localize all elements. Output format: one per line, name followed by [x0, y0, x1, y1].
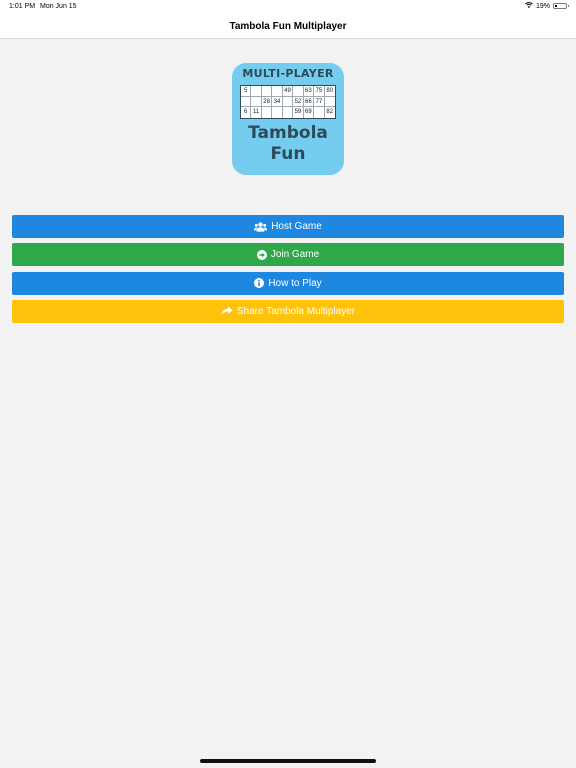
ticket-cell: 80: [324, 86, 335, 97]
navigation-bar: Tambola Fun Multiplayer: [0, 14, 576, 39]
ticket-cell: [261, 86, 273, 97]
ticket-cell: 59: [293, 107, 304, 118]
ticket-cell: 49: [282, 86, 294, 97]
ticket-cell: 75: [314, 86, 325, 97]
host-game-button[interactable]: Host Game: [12, 215, 564, 238]
ticket-cell: [283, 107, 294, 118]
ticket-cell: [293, 86, 304, 97]
status-time: 1:01 PM: [9, 3, 36, 10]
ticket-cell: [314, 107, 325, 118]
ticket-cell: 5: [241, 86, 252, 97]
ticket-cell: 82: [326, 109, 334, 116]
share-icon: [221, 306, 233, 316]
join-game-label: Join Game: [270, 249, 320, 261]
page-title: Tambola Fun Multiplayer: [229, 21, 347, 32]
ticket-cell: [282, 96, 294, 108]
ticket-cell: 34: [272, 96, 283, 108]
ticket-cell: [251, 86, 262, 97]
logo-ticket-grid: 5 49 63 75 80 28 34 52 66 77 6 11 59 69 82: [240, 85, 336, 119]
ticket-cell: 28: [261, 96, 273, 108]
main-menu: Host Game Join Game How to Play Share Ta…: [12, 215, 564, 328]
how-to-play-label: How to Play: [268, 277, 322, 289]
ticket-cell: 66: [303, 96, 315, 108]
battery-fill: [555, 5, 557, 7]
arrow-circle-right-icon: [256, 249, 267, 260]
users-icon: [254, 221, 268, 232]
ticket-cell: [272, 86, 283, 97]
status-bar: 1:01 PM Mon Jun 15 19%: [0, 0, 576, 14]
app-logo: MULTI-PLAYER 5 49 63 75 80 28 34 52 66 77 6 11 59 69 8…: [232, 63, 344, 175]
battery-percent: 19%: [535, 2, 550, 10]
host-game-label: Host Game: [271, 221, 322, 232]
join-game-button[interactable]: Join Game: [12, 243, 564, 267]
info-circle-icon: [254, 278, 265, 289]
home-indicator: [200, 759, 376, 763]
logo-brand-line1: Tambola: [248, 123, 328, 143]
how-to-play-button[interactable]: How to Play: [12, 271, 564, 295]
share-button[interactable]: Share Tambola Multiplayer: [12, 299, 564, 323]
ticket-cell: 63: [303, 86, 315, 97]
ticket-cell: [251, 96, 262, 108]
battery-icon: [553, 3, 569, 9]
ticket-cell: [241, 96, 252, 108]
share-label: Share Tambola Multiplayer: [236, 305, 356, 317]
ticket-cell: 77: [314, 96, 325, 108]
ticket-cell: [272, 107, 283, 118]
status-date: Mon Jun 15: [40, 3, 77, 10]
status-indicators: 19%: [525, 2, 569, 10]
ticket-cell: 69: [304, 107, 315, 118]
logo-brand-line2: Fun: [270, 144, 306, 164]
ticket-cell: 52: [293, 96, 304, 108]
ticket-cell: 6: [241, 107, 252, 118]
ticket-cell: [324, 97, 335, 108]
ticket-cell: [262, 107, 273, 118]
logo-multiplayer-text: MULTI-PLAYER: [242, 67, 334, 80]
ticket-cell: 11: [251, 107, 262, 118]
wifi-icon: [525, 2, 533, 10]
